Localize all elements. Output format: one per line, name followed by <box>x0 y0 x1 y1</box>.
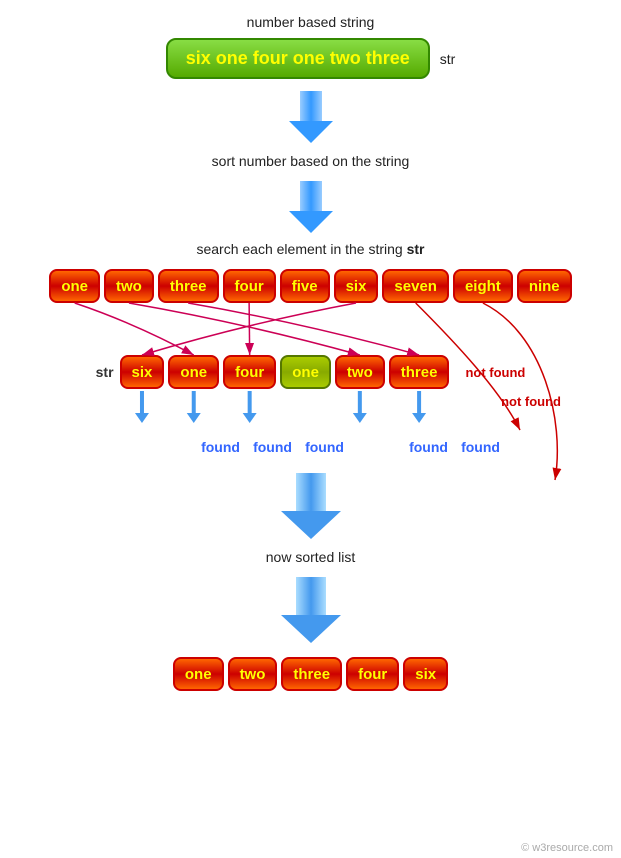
step3-label: now sorted list <box>266 549 355 565</box>
number-pill-nine: nine <box>517 269 572 303</box>
number-pill-four: four <box>223 269 276 303</box>
found-label-2: found <box>301 439 349 455</box>
step2-bold: str <box>407 241 425 257</box>
step1-label: sort number based on the string <box>212 153 410 169</box>
input-string-box: six one four one two three <box>166 38 430 79</box>
sorted-pill-two: two <box>228 657 278 691</box>
sorted-pill-six: six <box>403 657 448 691</box>
found-label-4: found <box>405 439 453 455</box>
str-suffix-label: str <box>440 51 456 67</box>
sorted-pill-one: one <box>173 657 224 691</box>
str-pill-0: six <box>120 355 165 389</box>
arrow-2 <box>289 181 333 233</box>
watermark: © w3resource.com <box>521 842 613 854</box>
str-row: sixonefouronetwothree <box>120 355 450 389</box>
found-label-5: found <box>457 439 505 455</box>
sorted-row: onetwothreefoursix <box>173 657 448 691</box>
number-pill-six: six <box>334 269 379 303</box>
number-pill-eight: eight <box>453 269 513 303</box>
sorted-pill-four: four <box>346 657 399 691</box>
found-row: foundfoundfoundfoundfound <box>197 439 505 455</box>
arrow-3 <box>281 473 341 539</box>
found-label-1: found <box>249 439 297 455</box>
number-pill-one: one <box>49 269 100 303</box>
step2-label: search each element in the string str <box>196 241 424 257</box>
arrow-4 <box>281 577 341 643</box>
number-pill-five: five <box>280 269 330 303</box>
str-pill-2: four <box>223 355 276 389</box>
found-label-0: found <box>197 439 245 455</box>
number-pill-seven: seven <box>382 269 449 303</box>
sorted-pill-three: three <box>281 657 342 691</box>
str-pill-3: one <box>280 355 331 389</box>
not-found-2: not found <box>501 394 561 409</box>
header-label: number based string <box>247 14 375 30</box>
arrow-1 <box>289 91 333 143</box>
str-row-label: str <box>96 364 114 380</box>
str-pill-5: three <box>389 355 450 389</box>
str-pill-1: one <box>168 355 219 389</box>
not-found-1: not found <box>465 365 525 380</box>
str-pill-4: two <box>335 355 385 389</box>
number-pill-two: two <box>104 269 154 303</box>
number-pill-three: three <box>158 269 219 303</box>
numbers-row: onetwothreefourfivesixseveneightnine <box>49 269 571 303</box>
